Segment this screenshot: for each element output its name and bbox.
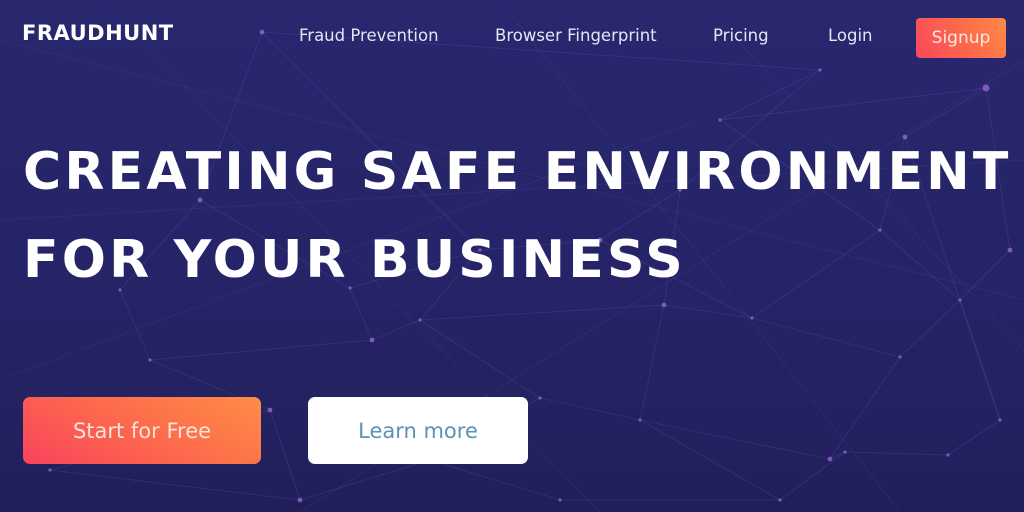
hero-title-line-2: FOR YOUR BUSINESS	[23, 230, 686, 290]
top-navigation: FRAUDHUNT Fraud Prevention Browser Finge…	[0, 0, 1024, 72]
brand-logo[interactable]: FRAUDHUNT	[22, 21, 174, 45]
network-node	[297, 497, 303, 503]
network-line	[947, 419, 1001, 456]
network-line	[299, 459, 431, 501]
network-line	[899, 299, 961, 358]
network-node	[369, 337, 375, 343]
network-line	[49, 469, 301, 501]
nav-link-browser-fingerprint[interactable]: Browser Fingerprint	[495, 26, 657, 45]
network-node	[750, 316, 754, 320]
network-node	[778, 498, 782, 502]
network-line	[829, 356, 901, 460]
network-node	[998, 418, 1002, 422]
signup-button[interactable]: Signup	[916, 18, 1006, 58]
network-line	[779, 451, 846, 501]
network-line	[539, 397, 641, 421]
nav-link-fraud-prevention[interactable]: Fraud Prevention	[299, 26, 439, 45]
network-line	[419, 319, 541, 399]
network-node	[148, 358, 152, 362]
network-line	[719, 87, 987, 121]
network-node	[898, 355, 902, 359]
network-line	[149, 339, 373, 361]
network-line	[639, 419, 831, 460]
network-node	[946, 453, 950, 457]
network-node	[982, 84, 990, 92]
network-line	[639, 304, 665, 421]
network-line	[371, 319, 421, 341]
network-node	[558, 498, 562, 502]
nav-link-login[interactable]: Login	[828, 26, 873, 45]
network-line	[429, 459, 561, 501]
hero-title-line-1: CREATING SAFE ENVIRONMENT	[23, 142, 1012, 202]
network-node	[267, 407, 273, 413]
network-node	[843, 450, 847, 454]
network-node	[418, 318, 422, 322]
hero-title: CREATING SAFE ENVIRONMENT FOR YOUR BUSIN…	[23, 128, 1012, 304]
network-node	[827, 456, 833, 462]
network-node	[538, 396, 542, 400]
network-line	[844, 451, 949, 456]
network-node	[48, 468, 52, 472]
learn-more-button[interactable]: Learn more	[308, 397, 528, 464]
network-node	[638, 418, 642, 422]
network-line	[639, 419, 781, 501]
nav-link-pricing[interactable]: Pricing	[713, 26, 769, 45]
network-line	[269, 409, 301, 501]
start-for-free-button[interactable]: Start for Free	[23, 397, 261, 464]
network-node	[718, 118, 722, 122]
